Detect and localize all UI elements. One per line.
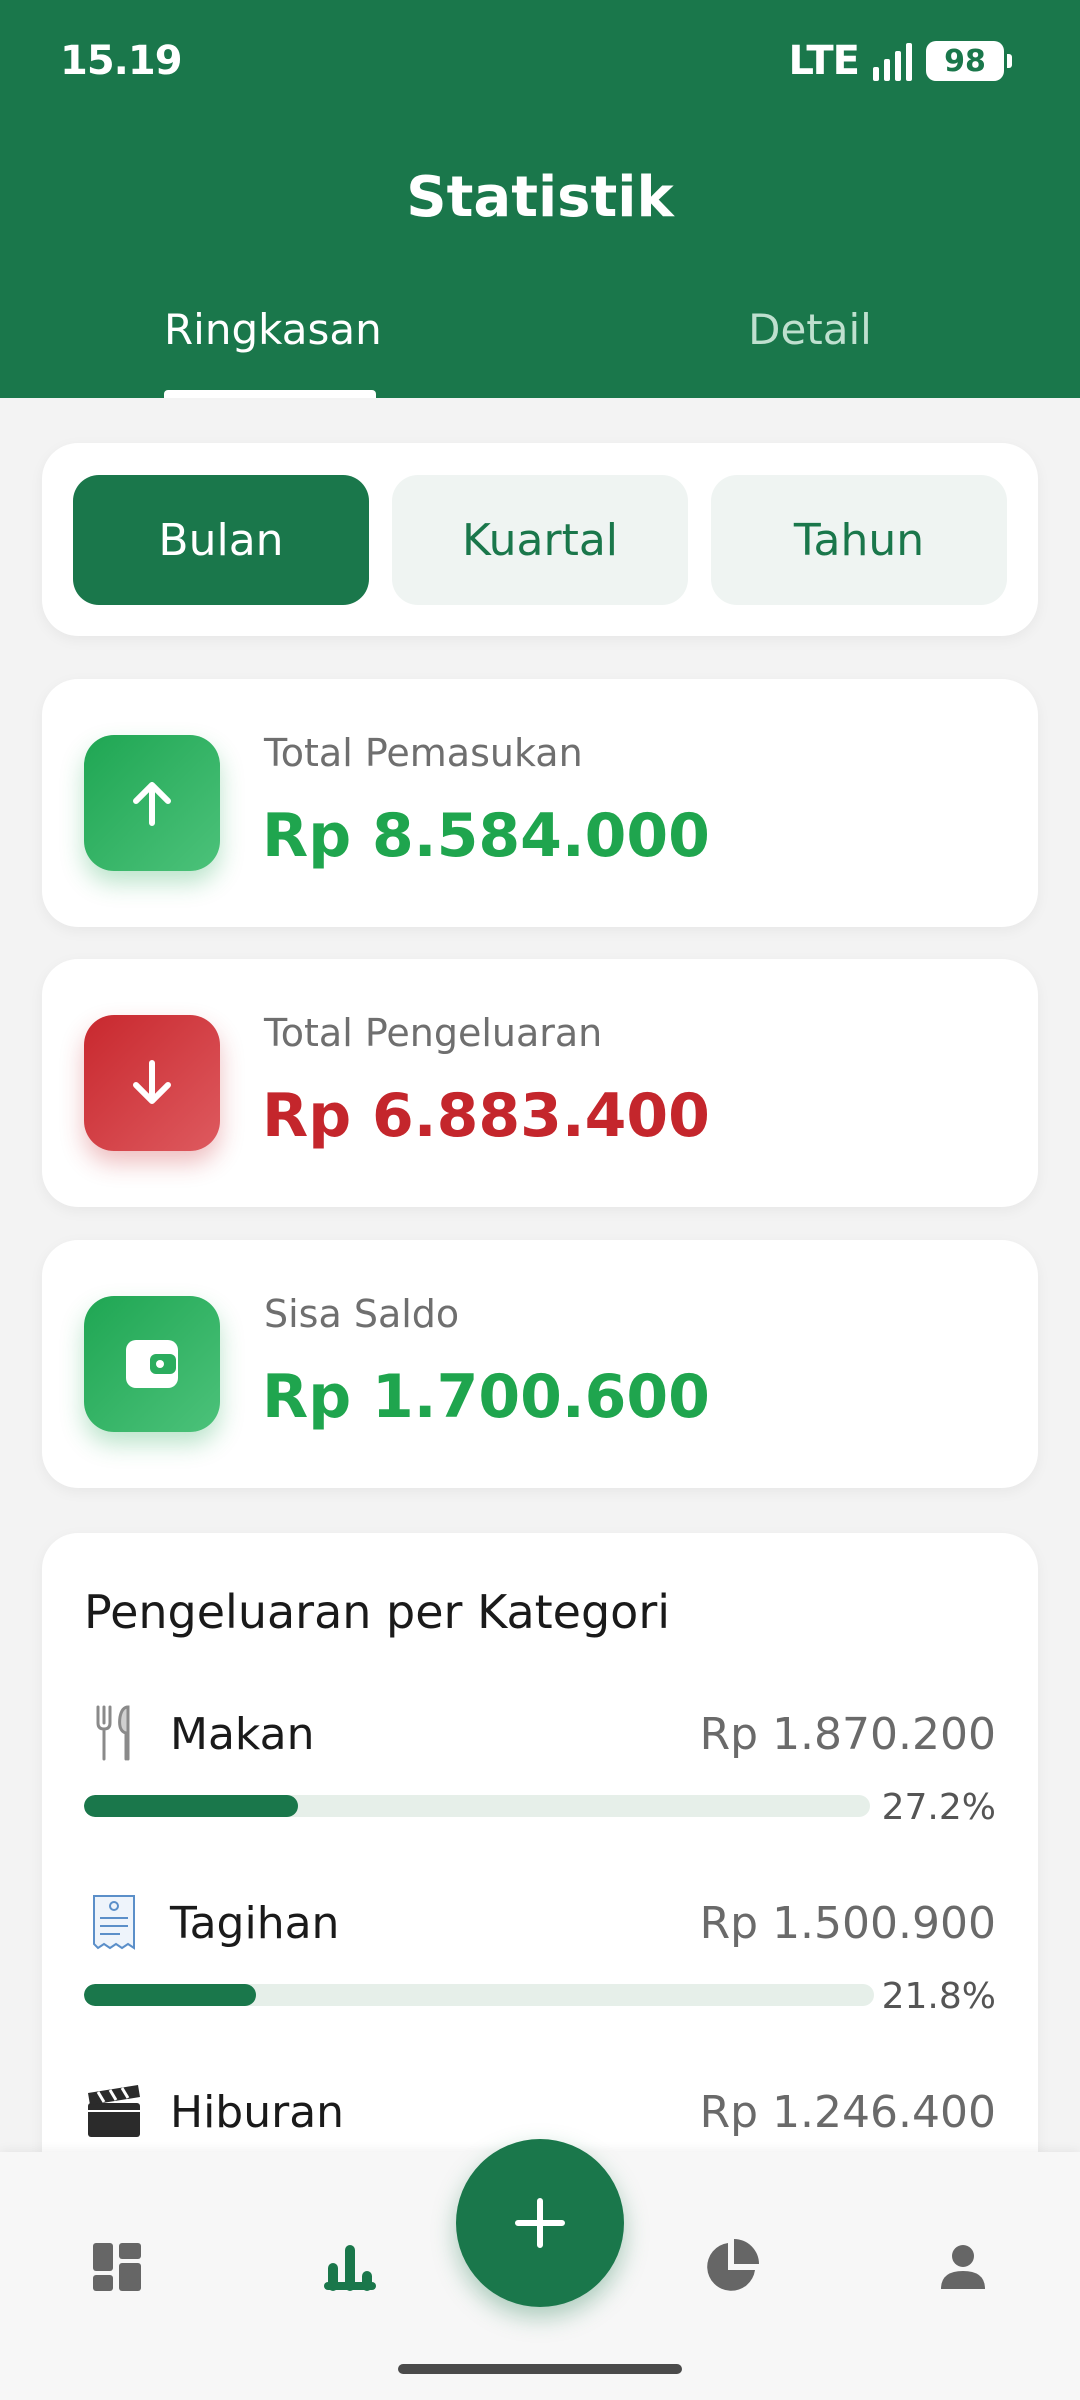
category-progress-track: [84, 1984, 874, 2006]
status-indicators: LTE 98: [788, 38, 1012, 84]
category-progress-fill: [84, 1984, 257, 2006]
balance-card[interactable]: Sisa Saldo Rp 1.700.600: [42, 1240, 1038, 1488]
nav-active-indicator: [324, 2282, 376, 2290]
income-label: Total Pemasukan: [264, 731, 583, 775]
category-percent: 27.2%: [881, 1787, 996, 1828]
period-kuartal-button[interactable]: Kuartal: [392, 475, 688, 605]
balance-value: Rp 1.700.600: [262, 1362, 710, 1432]
receipt-icon: [84, 1892, 144, 1952]
category-amount: Rp 1.246.400: [699, 2087, 996, 2138]
income-card[interactable]: Total Pemasukan Rp 8.584.000: [42, 679, 1038, 927]
expense-value: Rp 6.883.400: [262, 1081, 710, 1151]
home-indicator[interactable]: [398, 2364, 682, 2374]
profile-icon[interactable]: [918, 2222, 1008, 2312]
category-name: Makan: [170, 1709, 315, 1760]
page-title: Statistik: [406, 165, 674, 230]
category-amount: Rp 1.500.900: [699, 1898, 996, 1949]
category-progress-track: [84, 1795, 870, 1817]
category-progress-fill: [84, 1795, 298, 1817]
tab-detail[interactable]: Detail: [700, 305, 920, 354]
income-value: Rp 8.584.000: [262, 801, 710, 871]
tab-ringkasan[interactable]: Ringkasan: [164, 305, 382, 354]
status-time: 15.19: [60, 38, 183, 84]
category-amount: Rp 1.870.200: [699, 1709, 996, 1760]
arrow-up-icon: [84, 735, 220, 871]
category-card: Pengeluaran per Kategori Makan Rp 1.870.…: [42, 1533, 1038, 2233]
active-tab-indicator: [164, 390, 376, 398]
signal-icon: [873, 41, 912, 81]
category-item-makan[interactable]: Makan Rp 1.870.200 27.2%: [42, 1703, 1038, 1883]
fork-knife-icon: [84, 1703, 144, 1763]
expense-label: Total Pengeluaran: [264, 1011, 603, 1055]
add-transaction-button[interactable]: [456, 2139, 624, 2307]
network-type: LTE: [788, 38, 860, 84]
add-icon: [515, 2198, 565, 2248]
period-tahun-button[interactable]: Tahun: [711, 475, 1007, 605]
wallet-icon: [84, 1296, 220, 1432]
statistics-icon[interactable]: [305, 2222, 395, 2312]
period-bulan-button[interactable]: Bulan: [73, 475, 369, 605]
category-title: Pengeluaran per Kategori: [84, 1585, 671, 1639]
category-item-tagihan[interactable]: Tagihan Rp 1.500.900 21.8%: [42, 1892, 1038, 2072]
balance-label: Sisa Saldo: [264, 1292, 460, 1336]
app-header: 15.19 LTE 98 Statistik Ringkasan Detail: [0, 0, 1080, 398]
dashboard-icon[interactable]: [72, 2222, 162, 2312]
category-percent: 21.8%: [881, 1976, 996, 2017]
period-selector: Bulan Kuartal Tahun: [42, 443, 1038, 636]
arrow-down-icon: [84, 1015, 220, 1151]
expense-card[interactable]: Total Pengeluaran Rp 6.883.400: [42, 959, 1038, 1207]
battery-level: 98: [944, 43, 986, 79]
category-name: Tagihan: [170, 1898, 340, 1949]
category-name: Hiburan: [170, 2087, 345, 2138]
battery-icon: 98: [926, 41, 1012, 81]
pie-chart-icon[interactable]: [686, 2222, 776, 2312]
clapper-board-icon: [84, 2081, 144, 2141]
